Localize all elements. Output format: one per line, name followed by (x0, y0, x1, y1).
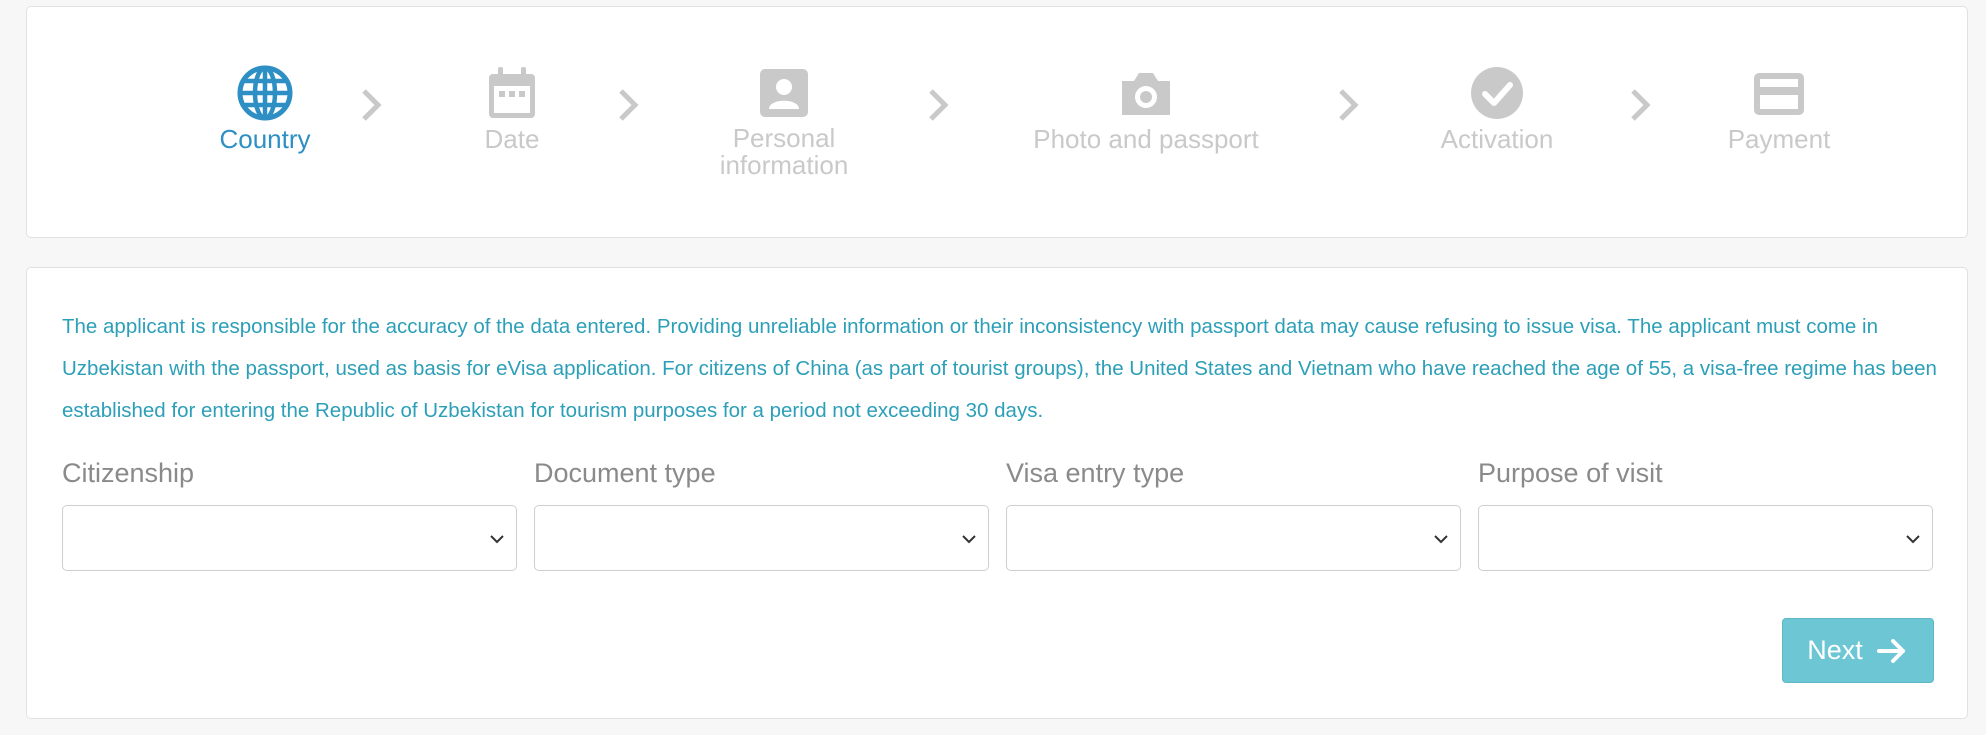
chevron-right-icon (1339, 89, 1359, 121)
wizard-steps-panel: Country Date Personal information Photo … (26, 6, 1968, 238)
chevron-down-icon (1434, 535, 1448, 544)
citizenship-label: Citizenship (62, 458, 195, 488)
visa-entry-type-field: Visa entry type (1006, 456, 1461, 571)
step-label: Activation (1440, 124, 1554, 154)
document-type-field: Document type (534, 456, 989, 571)
chevron-down-icon (1906, 535, 1920, 544)
chevron-right-icon (1631, 89, 1651, 121)
step-activation[interactable]: Activation (1417, 65, 1577, 153)
chevron-right-icon (362, 89, 382, 121)
step-label: Payment (1727, 124, 1831, 154)
document-type-label: Document type (534, 458, 716, 488)
step-country[interactable]: Country (185, 65, 345, 153)
calendar-icon (489, 67, 535, 118)
document-type-select[interactable] (534, 505, 989, 571)
step-personal-information[interactable]: Personal information (689, 65, 879, 179)
citizenship-field: Citizenship (62, 456, 517, 571)
step-date[interactable]: Date (432, 65, 592, 153)
step-label: Photo and passport (1033, 124, 1259, 154)
visa-entry-type-select[interactable] (1006, 505, 1461, 571)
person-badge-icon (760, 69, 808, 117)
chevron-right-icon (929, 89, 949, 121)
next-button[interactable]: Next (1782, 618, 1934, 683)
step-payment[interactable]: Payment (1699, 65, 1859, 153)
next-button-label: Next (1807, 635, 1863, 665)
applicant-notice: The applicant is responsible for the acc… (62, 315, 1937, 422)
step-label-line1: Personal (732, 123, 836, 153)
step-photo-and-passport[interactable]: Photo and passport (1006, 65, 1286, 153)
purpose-of-visit-label: Purpose of visit (1478, 458, 1663, 488)
chevron-down-icon (962, 535, 976, 544)
chevron-right-icon (619, 89, 639, 121)
check-circle-icon (1471, 67, 1523, 119)
visa-entry-type-label: Visa entry type (1006, 458, 1185, 488)
citizenship-select[interactable] (62, 505, 517, 571)
globe-icon (237, 65, 293, 121)
step-label-line2: information (719, 150, 849, 180)
chevron-down-icon (490, 535, 504, 544)
country-form-panel: The applicant is responsible for the acc… (26, 267, 1968, 719)
purpose-of-visit-field: Purpose of visit (1478, 456, 1933, 571)
step-label: Country (219, 124, 311, 154)
camera-icon (1122, 73, 1170, 115)
purpose-of-visit-select[interactable] (1478, 505, 1933, 571)
arrow-right-icon (1876, 638, 1905, 663)
step-label: Date (484, 124, 540, 154)
credit-card-icon (1754, 73, 1804, 115)
